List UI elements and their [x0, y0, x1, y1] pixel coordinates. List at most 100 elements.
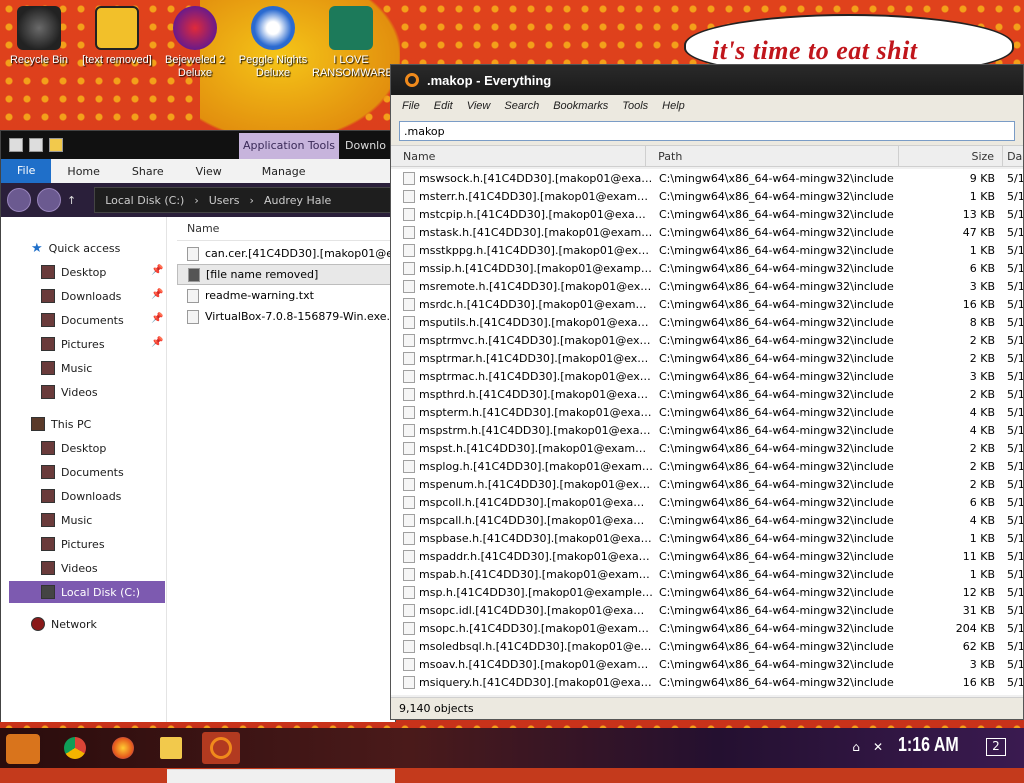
back-button[interactable]	[7, 188, 31, 212]
column-header-size[interactable]: Size	[899, 146, 1004, 166]
result-row[interactable]: msiquery.h.[41C4DD30].[makop01@example..…	[391, 673, 1023, 691]
result-name-cell: msplog.h.[41C4DD30].[makop01@example.c..…	[391, 459, 653, 473]
file-icon	[403, 495, 415, 509]
menu-edit[interactable]: Edit	[427, 100, 460, 112]
result-row[interactable]: mspcall.h.[41C4DD30].[makop01@example.c.…	[391, 511, 1023, 529]
taskbar-chrome[interactable]	[56, 732, 94, 764]
clock[interactable]: 1:16 AM	[898, 734, 959, 757]
result-row[interactable]: mspenum.h.[41C4DD30].[makop01@example...…	[391, 475, 1023, 493]
result-row[interactable]: msptrmar.h.[41C4DD30].[makop01@example..…	[391, 349, 1023, 367]
breadcrumb-item[interactable]: Audrey Hale	[264, 194, 331, 207]
menu-file[interactable]: File	[395, 100, 427, 112]
tab-home[interactable]: Home	[51, 165, 115, 178]
result-row[interactable]: msrdc.h.[41C4DD30].[makop01@example.co..…	[391, 295, 1023, 313]
nav-pc-pictures[interactable]: Pictures	[41, 535, 105, 553]
volume-muted-icon[interactable]: ✕	[870, 740, 886, 754]
result-row[interactable]: mstcpip.h.[41C4DD30].[makop01@example.c.…	[391, 205, 1023, 223]
result-row[interactable]: msplog.h.[41C4DD30].[makop01@example.c..…	[391, 457, 1023, 475]
new-folder-icon[interactable]	[49, 138, 63, 152]
result-row[interactable]: msstkppg.h.[41C4DD30].[makop01@example..…	[391, 241, 1023, 259]
desktop-icon-peggle[interactable]: Peggle Nights Deluxe	[234, 6, 312, 80]
result-row[interactable]: mspterm.h.[41C4DD30].[makop01@example...…	[391, 403, 1023, 421]
result-row[interactable]: msterr.h.[41C4DD30].[makop01@example.co.…	[391, 187, 1023, 205]
breadcrumb[interactable]: Local Disk (C:) › Users › Audrey Hale	[94, 187, 395, 213]
result-row[interactable]: msopc.idl.[41C4DD30].[makop01@example...…	[391, 601, 1023, 619]
tab-view[interactable]: View	[180, 165, 238, 178]
properties-icon[interactable]	[29, 138, 43, 152]
result-row[interactable]: msptrmvc.h.[41C4DD30].[makop01@example..…	[391, 331, 1023, 349]
result-row[interactable]: msp.h.[41C4DD30].[makop01@example.com...…	[391, 583, 1023, 601]
horizontal-scrollbar[interactable]	[167, 769, 395, 783]
tab-manage[interactable]: Manage	[246, 165, 322, 178]
notification-icon[interactable]: 2	[986, 738, 1006, 756]
file-row[interactable]: VirtualBox-7.0.8-156879-Win.exe.[41C	[177, 306, 395, 327]
result-row[interactable]: mspaddr.h.[41C4DD30].[makop01@example...…	[391, 547, 1023, 565]
breadcrumb-item[interactable]: Local Disk (C:)	[105, 194, 184, 207]
nav-qa-music[interactable]: Music	[41, 359, 92, 377]
menu-search[interactable]: Search	[497, 100, 546, 112]
nav-qa-downloads[interactable]: Downloads	[41, 287, 121, 305]
everything-titlebar[interactable]: .makop - Everything	[391, 65, 1023, 95]
nav-pc-desktop[interactable]: Desktop	[41, 439, 106, 457]
file-explorer-window[interactable]: Application Tools Downlo File Home Share…	[0, 130, 396, 783]
nav-qa-pictures[interactable]: Pictures	[41, 335, 105, 353]
menu-tools[interactable]: Tools	[615, 100, 655, 112]
nav-qa-videos[interactable]: Videos	[41, 383, 98, 401]
result-row[interactable]: mspst.h.[41C4DD30].[makop01@example.co..…	[391, 439, 1023, 457]
result-row[interactable]: mswsock.h.[41C4DD30].[makop01@example...…	[391, 169, 1023, 187]
chevron-right-icon: ›	[249, 193, 254, 207]
result-row[interactable]: msputils.h.[41C4DD30].[makop01@example..…	[391, 313, 1023, 331]
everything-window[interactable]: .makop - Everything File Edit View Searc…	[390, 64, 1024, 720]
search-input[interactable]	[399, 121, 1015, 141]
application-tools-tab[interactable]: Application Tools	[239, 133, 339, 159]
nav-pc-videos[interactable]: Videos	[41, 559, 98, 577]
desktop-icon-publisher[interactable]: I LOVE RANSOMWARE	[312, 6, 393, 80]
result-row[interactable]: msremote.h.[41C4DD30].[makop01@exampl...…	[391, 277, 1023, 295]
tab-file[interactable]: File	[1, 159, 52, 183]
result-row[interactable]: mspcoll.h.[41C4DD30].[makop01@example.c.…	[391, 493, 1023, 511]
nav-pc-documents[interactable]: Documents	[41, 463, 124, 481]
nav-qa-documents[interactable]: Documents	[41, 311, 124, 329]
network-icon[interactable]: ⌂	[848, 740, 864, 754]
taskbar-everything[interactable]	[202, 732, 240, 764]
column-header-path[interactable]: Path	[646, 146, 900, 166]
file-row[interactable]: [file name removed]	[177, 264, 395, 285]
result-row[interactable]: mspbase.h.[41C4DD30].[makop01@example...…	[391, 529, 1023, 547]
desktop-icon-recycle-bin[interactable]: Recycle Bin	[0, 6, 78, 67]
result-row[interactable]: msoav.h.[41C4DD30].[makop01@example.c...…	[391, 655, 1023, 673]
result-row[interactable]: msoledbsql.h.[41C4DD30].[makop01@examp..…	[391, 637, 1023, 655]
nav-network[interactable]: Network	[31, 615, 97, 633]
file-row[interactable]: readme-warning.txt	[177, 285, 395, 306]
result-row[interactable]: mspab.h.[41C4DD30].[makop01@example.c...…	[391, 565, 1023, 583]
desktop-icon-bejeweled[interactable]: Bejeweled 2 Deluxe	[156, 6, 234, 80]
column-header-name[interactable]: Name	[177, 217, 395, 241]
taskbar-firefox[interactable]	[104, 732, 142, 764]
start-icon[interactable]	[6, 734, 40, 764]
nav-this-pc[interactable]: This PC	[31, 415, 91, 433]
taskbar-file-explorer[interactable]	[152, 732, 190, 764]
nav-qa-desktop[interactable]: Desktop	[41, 263, 106, 281]
nav-local-disk[interactable]: Local Disk (C:)	[9, 581, 165, 603]
column-header-date[interactable]: Da	[1003, 146, 1023, 166]
nav-quick-access[interactable]: ★ Quick access	[31, 239, 120, 257]
nav-pc-downloads[interactable]: Downloads	[41, 487, 121, 505]
result-row[interactable]: mssip.h.[41C4DD30].[makop01@example.co..…	[391, 259, 1023, 277]
result-row[interactable]: msptrmac.h.[41C4DD30].[makop01@example..…	[391, 367, 1023, 385]
column-header-name[interactable]: Name	[391, 146, 647, 166]
quick-access-toolbar-icon[interactable]	[9, 138, 23, 152]
tab-share[interactable]: Share	[116, 165, 180, 178]
result-path: C:\mingw64\x86_64-w64-mingw32\include	[659, 207, 894, 221]
result-row[interactable]: mstask.h.[41C4DD30].[makop01@example.c..…	[391, 223, 1023, 241]
forward-button[interactable]	[37, 188, 61, 212]
menu-help[interactable]: Help	[655, 100, 692, 112]
result-row[interactable]: mspstrm.h.[41C4DD30].[makop01@example...…	[391, 421, 1023, 439]
result-row[interactable]: mspthrd.h.[41C4DD30].[makop01@example...…	[391, 385, 1023, 403]
menu-view[interactable]: View	[460, 100, 498, 112]
result-row[interactable]: msopc.h.[41C4DD30].[makop01@example.co..…	[391, 619, 1023, 637]
menu-bookmarks[interactable]: Bookmarks	[546, 100, 615, 112]
up-arrow-icon[interactable]: ↑	[67, 194, 76, 207]
nav-pc-music[interactable]: Music	[41, 511, 92, 529]
breadcrumb-item[interactable]: Users	[209, 194, 240, 207]
desktop-icon-app[interactable]: [text removed]	[78, 6, 156, 67]
file-row[interactable]: can.cer.[41C4DD30].[makop01@exam	[177, 243, 395, 264]
